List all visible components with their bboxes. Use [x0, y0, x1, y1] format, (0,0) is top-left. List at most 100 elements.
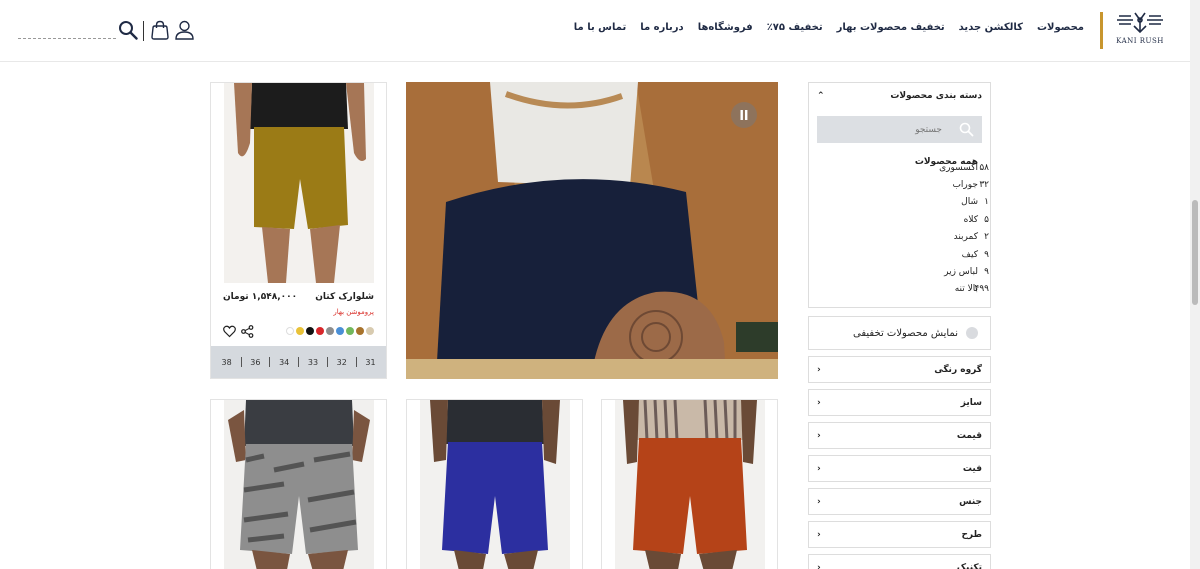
discount-toggle-row[interactable]: نمایش محصولات تخفیفی [808, 316, 991, 350]
product-promo: پروموشن بهار [333, 308, 374, 316]
size-option[interactable]: 34 [279, 358, 289, 367]
category-header[interactable]: دسته بندی محصولات ⌃ [809, 83, 990, 109]
color-swatch[interactable] [296, 327, 304, 335]
share-icon[interactable] [241, 325, 254, 338]
product-photo[interactable] [224, 83, 374, 283]
color-swatches [286, 327, 374, 335]
product-photo[interactable] [420, 400, 570, 569]
color-swatch[interactable] [366, 327, 374, 335]
chevron-up-icon[interactable]: ⌃ [817, 91, 825, 101]
color-swatch[interactable] [316, 327, 324, 335]
filter-list: گروه رنگی › سایز › قیمت › فیت › جنس › طرح › تکنیک › [808, 356, 991, 569]
discount-toggle[interactable] [966, 327, 978, 339]
category-title: دسته بندی محصولات [890, 91, 982, 101]
size-option[interactable]: 31 [365, 358, 375, 367]
product-photo[interactable] [615, 400, 765, 569]
size-option[interactable]: 32 [337, 358, 347, 367]
scrollbar-thumb[interactable] [1192, 200, 1198, 305]
search-underline[interactable] [18, 38, 116, 39]
category-search[interactable] [817, 116, 982, 143]
category-count: ۴۹۹ [974, 284, 989, 295]
size-divider [269, 357, 271, 367]
category-item[interactable]: کلاه ۵ [809, 211, 990, 228]
color-swatch[interactable] [346, 327, 354, 335]
discount-label: نمایش محصولات تخفیفی [853, 327, 958, 339]
category-count: ۲ [984, 232, 989, 243]
category-item[interactable]: اکسسوری ۵۸ [809, 159, 990, 176]
pause-button[interactable] [731, 102, 757, 128]
category-item[interactable]: بالا تنه ۴۹۹ [809, 281, 990, 298]
brand-logo[interactable]: KANI RUSH [1112, 10, 1168, 52]
brand-name: KANI RUSH [1116, 37, 1164, 45]
category-search-input[interactable] [817, 116, 982, 143]
color-swatch[interactable] [286, 327, 294, 335]
size-option[interactable]: 33 [308, 358, 318, 367]
size-option[interactable]: 38 [222, 358, 232, 367]
search-icon[interactable] [118, 20, 138, 40]
category-list: اکسسوری ۵۸ جوراب ۳۲ شال ۱ کلاه ۵ کمربند ۲ کیف ۹ لباس… [809, 159, 990, 298]
chevron-left-icon[interactable]: › [817, 365, 821, 375]
color-swatch[interactable] [306, 327, 314, 335]
category-item[interactable]: کیف ۹ [809, 246, 990, 263]
nav-new-collection[interactable]: کالکشن جدید [959, 22, 1023, 33]
nav-stores[interactable]: فروشگاه‌ها [698, 22, 753, 33]
chevron-left-icon[interactable]: › [817, 464, 821, 474]
color-swatch[interactable] [356, 327, 364, 335]
filter-accordion[interactable]: جنس › [808, 488, 991, 515]
search-icon[interactable] [959, 122, 974, 137]
category-item[interactable]: جوراب ۳۲ [809, 176, 990, 193]
color-swatch[interactable] [336, 327, 344, 335]
heart-icon[interactable] [223, 325, 236, 338]
filter-label: قیمت [956, 430, 982, 441]
nav-products[interactable]: محصولات [1037, 22, 1084, 33]
category-item[interactable]: کمربند ۲ [809, 229, 990, 246]
promo-banner[interactable] [406, 82, 778, 379]
filter-accordion[interactable]: تکنیک › [808, 554, 991, 569]
filter-accordion[interactable]: فیت › [808, 455, 991, 482]
chevron-left-icon[interactable]: › [817, 530, 821, 540]
category-item[interactable]: شال ۱ [809, 194, 990, 211]
logo-accent-bar [1100, 12, 1103, 49]
filter-label: سایز [960, 397, 982, 408]
category-count: ۵۸ [979, 162, 989, 173]
product-image [615, 400, 765, 569]
filter-label: گروه رنگی [934, 364, 982, 375]
nav-spring-sale[interactable]: تخفیف محصولات بهار [837, 22, 945, 33]
filter-accordion[interactable]: قیمت › [808, 422, 991, 449]
nav-contact[interactable]: تماس با ما [574, 22, 626, 33]
filter-accordion[interactable]: سایز › [808, 389, 991, 416]
filter-label: طرح [961, 529, 982, 540]
chevron-left-icon[interactable]: › [817, 398, 821, 408]
product-card[interactable] [210, 399, 387, 569]
category-count: ۱ [984, 197, 989, 208]
product-name[interactable]: شلوارک کتان [315, 292, 374, 302]
size-option[interactable]: 36 [250, 358, 260, 367]
filter-accordion[interactable]: گروه رنگی › [808, 356, 991, 383]
filter-accordion[interactable]: طرح › [808, 521, 991, 548]
category-item[interactable]: لباس زیر ۹ [809, 263, 990, 280]
header-search[interactable] [18, 20, 138, 40]
product-image [420, 400, 570, 569]
nav-75-off[interactable]: تخفیف ۷۵٪ [767, 22, 823, 33]
bag-icon[interactable] [150, 20, 170, 41]
filter-sidebar: دسته بندی محصولات ⌃ همه محصولات اکسسوری۵… [808, 82, 991, 569]
user-icon[interactable] [174, 19, 195, 41]
nav-about[interactable]: درباره ما [640, 22, 684, 33]
product-card[interactable]: شلوارک کتان ۱,۵۴۸,۰۰۰ تومان پروموشن بهار… [210, 82, 387, 379]
chevron-left-icon[interactable]: › [817, 563, 821, 569]
product-photo[interactable] [224, 400, 374, 569]
chevron-left-icon[interactable]: › [817, 497, 821, 507]
pause-icon[interactable] [731, 102, 757, 128]
filter-label: تکنیک [956, 562, 982, 569]
page-scrollbar[interactable] [1190, 0, 1200, 569]
product-card[interactable] [406, 399, 583, 569]
category-count: ۵ [984, 214, 989, 225]
size-options: 31 32 33 34 36 38 [211, 346, 386, 378]
chevron-left-icon[interactable]: › [817, 431, 821, 441]
product-card[interactable] [601, 399, 778, 569]
site-header: KANI RUSH محصولات کالکشن جدید تخفیف محصو… [0, 0, 1190, 62]
color-swatch[interactable] [326, 327, 334, 335]
size-divider [326, 357, 328, 367]
logo-mark-icon [1117, 12, 1163, 34]
category-count: ۹ [984, 249, 989, 260]
